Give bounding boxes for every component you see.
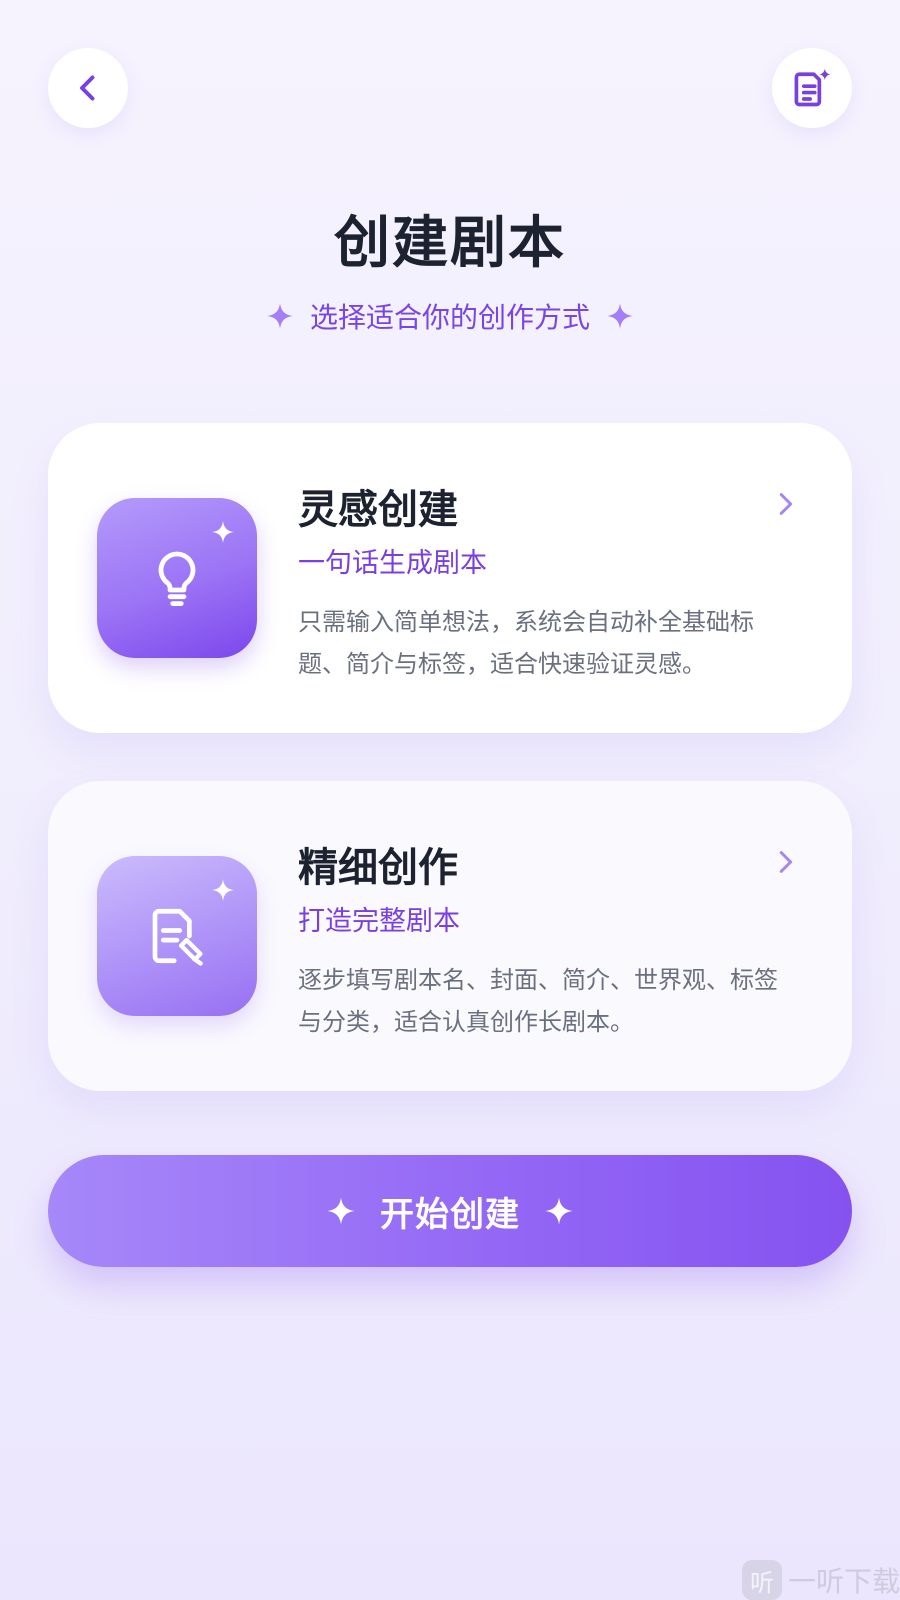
chevron-left-icon bbox=[80, 75, 95, 101]
sparkle-icon bbox=[212, 879, 234, 901]
page-title: 创建剧本 bbox=[334, 211, 566, 276]
card-title: 精细创作 bbox=[298, 845, 458, 891]
inspiration-icon-tile bbox=[97, 498, 257, 658]
document-sparkle-icon bbox=[794, 68, 831, 107]
sparkle-icon bbox=[212, 521, 234, 543]
back-button[interactable] bbox=[48, 48, 128, 128]
start-create-button[interactable]: 开始创建 bbox=[48, 1155, 852, 1267]
sparkle-icon bbox=[267, 303, 293, 329]
detailed-icon-tile bbox=[97, 856, 257, 1016]
sparkle-icon bbox=[545, 1197, 573, 1225]
subtitle-row: 选择适合你的创作方式 bbox=[0, 296, 900, 336]
watermark: 听 一听下载 bbox=[741, 1560, 900, 1600]
watermark-text: 一听下载 bbox=[787, 1565, 900, 1598]
card-description: 逐步填写剧本名、封面、简介、世界观、标签与分类，适合认真创作长剧本。 bbox=[298, 966, 778, 1036]
chevron-right-icon bbox=[779, 851, 793, 873]
chevron-right-icon bbox=[779, 493, 793, 515]
draft-document-button[interactable] bbox=[772, 48, 852, 128]
card-tagline: 打造完整剧本 bbox=[298, 906, 460, 937]
inspiration-create-card[interactable]: 灵感创建 一句话生成剧本 只需输入简单想法，系统会自动补全基础标题、简介与标签，… bbox=[48, 423, 852, 733]
card-title: 灵感创建 bbox=[298, 487, 458, 533]
sparkle-icon bbox=[327, 1197, 355, 1225]
detailed-create-card[interactable]: 精细创作 打造完整剧本 逐步填写剧本名、封面、简介、世界观、标签与分类，适合认真… bbox=[48, 781, 852, 1091]
card-tagline: 一句话生成剧本 bbox=[298, 548, 487, 579]
sparkle-icon bbox=[607, 303, 633, 329]
lightbulb-icon bbox=[158, 551, 196, 607]
document-edit-icon bbox=[152, 908, 203, 966]
page-subtitle: 选择适合你的创作方式 bbox=[309, 301, 590, 334]
watermark-logo: 听 bbox=[741, 1560, 782, 1600]
start-create-label: 开始创建 bbox=[380, 1194, 520, 1235]
card-description: 只需输入简单想法，系统会自动补全基础标题、简介与标签，适合快速验证灵感。 bbox=[298, 608, 754, 678]
